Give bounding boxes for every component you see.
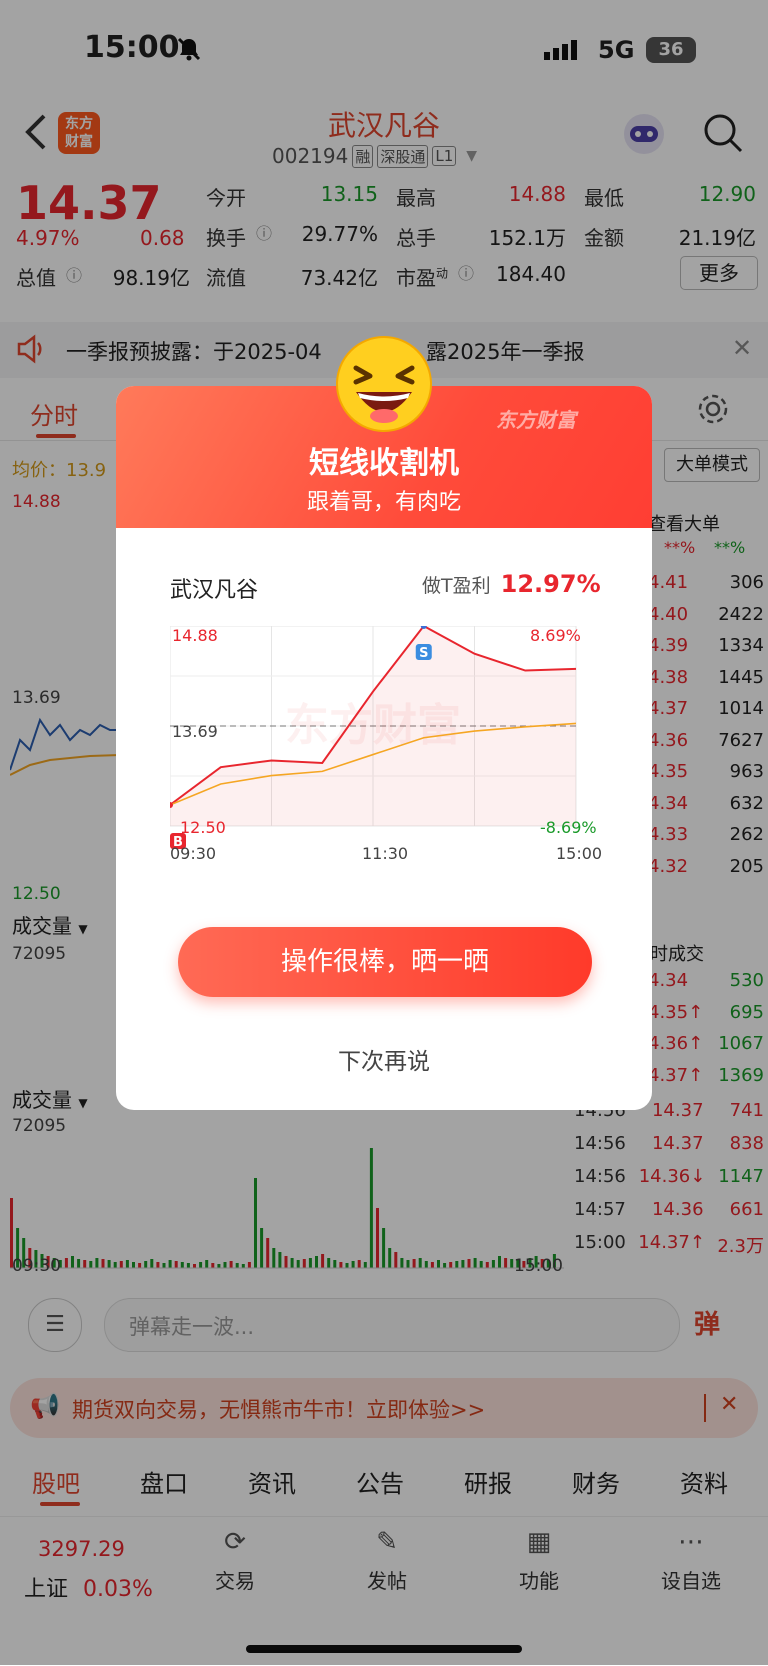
profit-row: 做T盈利 12.97% [422, 570, 601, 598]
profit-chart: 东方财富BS [170, 626, 577, 850]
profit-value: 12.97% [500, 570, 601, 598]
chart-mid-label: 13.69 [172, 722, 218, 741]
x-label-mid: 11:30 [362, 844, 409, 863]
x-label-start: 09:30 [170, 844, 217, 863]
brand-watermark: 东方财富 [496, 408, 576, 432]
laughing-emoji-icon [334, 334, 434, 438]
dialog-title: 短线收割机 [309, 446, 459, 481]
chart-high-label: 14.88 [172, 626, 218, 645]
chart-high-pct: 8.69% [530, 626, 581, 645]
dialog-subtitle: 跟着哥，有肉吃 [306, 490, 461, 515]
later-button[interactable]: 下次再说 [116, 1042, 652, 1076]
share-profit-dialog: 东方财富 短线收割机 跟着哥，有肉吃 武汉凡谷 做T盈利 12.97% 东方财富… [116, 386, 652, 1110]
profit-label: 做T盈利 [422, 575, 491, 597]
stock-name: 武汉凡谷 [170, 578, 259, 603]
chart-low-pct: -8.69% [540, 818, 597, 837]
chart-low-label: 12.50 [180, 818, 226, 837]
x-label-end: 15:00 [556, 844, 603, 863]
sell-marker-label: S [419, 646, 428, 661]
share-button[interactable]: 操作很棒，晒一晒 [178, 927, 592, 997]
